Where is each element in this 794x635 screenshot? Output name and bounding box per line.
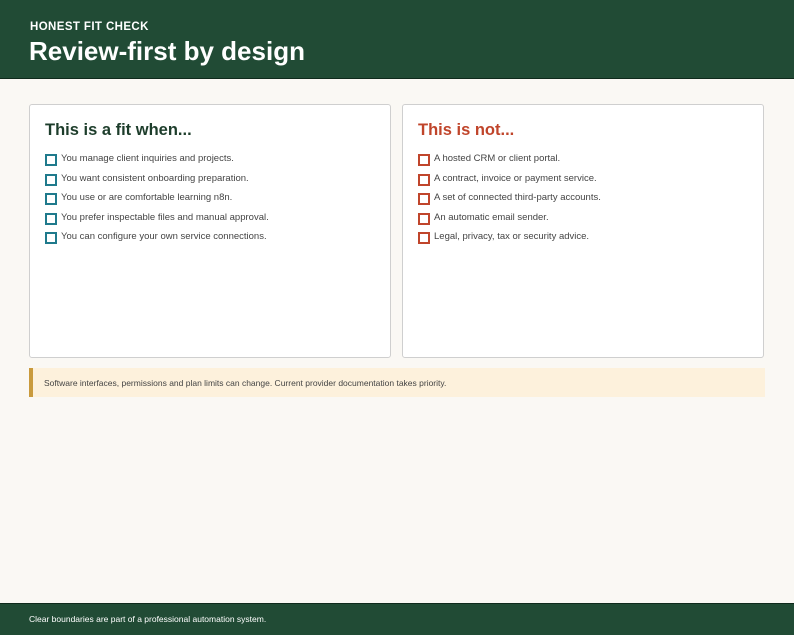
not-fit-item-text: An automatic email sender.	[434, 211, 549, 223]
fit-card-title: This is a fit when...	[45, 121, 192, 139]
not-fit-list-item: An automatic email sender.	[418, 208, 601, 228]
checkbox-icon	[418, 232, 430, 245]
not-fit-item-text: A hosted CRM or client portal.	[434, 153, 561, 165]
checkbox-icon	[418, 193, 430, 206]
fit-item-text: You prefer inspectable files and manual …	[61, 211, 269, 223]
checkbox-icon	[418, 173, 430, 186]
not-fit-item-text: Legal, privacy, tax or security advice.	[434, 231, 590, 243]
header-eyebrow: HONEST FIT CHECK	[30, 21, 149, 33]
not-fit-card: This is not... A hosted CRM or client po…	[402, 104, 764, 358]
fit-card: This is a fit when... You manage client …	[29, 104, 391, 358]
checkbox-icon	[45, 232, 57, 245]
fit-list-item: You want consistent onboarding preparati…	[45, 169, 269, 189]
not-fit-list-item: A set of connected third-party accounts.	[418, 188, 601, 208]
checkbox-icon	[45, 193, 57, 206]
checkbox-icon	[45, 212, 57, 225]
notice-text: Software interfaces, permissions and pla…	[44, 378, 447, 388]
not-fit-list-item: A contract, invoice or payment service.	[418, 169, 601, 189]
footer-text: Clear boundaries are part of a professio…	[29, 614, 267, 624]
checkbox-icon	[45, 173, 57, 186]
page-title: Review-first by design	[29, 36, 305, 66]
page-header: HONEST FIT CHECK Review-first by design	[0, 0, 794, 79]
not-fit-list: A hosted CRM or client portal. A contrac…	[418, 149, 601, 247]
not-fit-item-text: A contract, invoice or payment service.	[434, 172, 597, 184]
fit-item-text: You manage client inquiries and projects…	[61, 153, 234, 165]
fit-item-text: You can configure your own service conne…	[61, 231, 267, 243]
fit-list-item: You prefer inspectable files and manual …	[45, 208, 269, 228]
fit-list-item: You manage client inquiries and projects…	[45, 149, 269, 169]
not-fit-item-text: A set of connected third-party accounts.	[434, 192, 601, 204]
fit-item-text: You use or are comfortable learning n8n.	[61, 192, 233, 204]
checkbox-icon	[45, 154, 57, 167]
fit-item-text: You want consistent onboarding preparati…	[61, 172, 249, 184]
not-fit-list-item: Legal, privacy, tax or security advice.	[418, 227, 601, 247]
checkbox-icon	[418, 154, 430, 167]
page-footer: Clear boundaries are part of a professio…	[0, 603, 794, 635]
fit-list: You manage client inquiries and projects…	[45, 149, 269, 247]
fit-list-item: You can configure your own service conne…	[45, 227, 269, 247]
notice-banner: Software interfaces, permissions and pla…	[29, 368, 765, 397]
not-fit-list-item: A hosted CRM or client portal.	[418, 149, 601, 169]
fit-list-item: You use or are comfortable learning n8n.	[45, 188, 269, 208]
not-fit-card-title: This is not...	[418, 121, 515, 139]
checkbox-icon	[418, 212, 430, 225]
